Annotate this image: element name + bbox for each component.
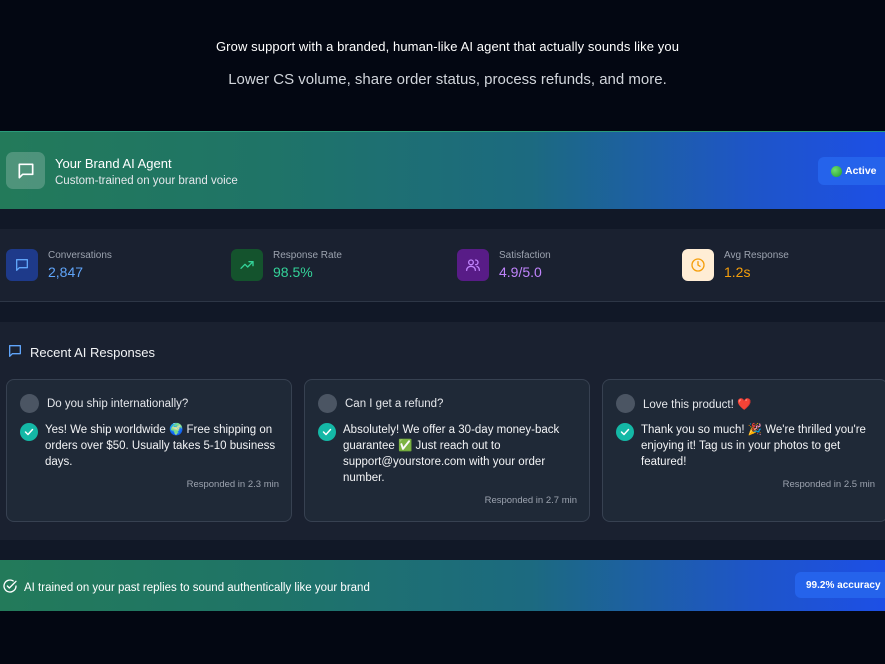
chat-bubble-icon <box>6 152 45 189</box>
agent-banner: Your Brand AI Agent Custom-trained on yo… <box>0 131 885 209</box>
agent-title: Your Brand AI Agent <box>55 156 172 171</box>
stat-value: 4.9/5.0 <box>499 264 542 280</box>
card-question: Can I get a refund? <box>318 394 443 413</box>
stat-label: Response Rate <box>273 250 342 261</box>
footer-banner: AI trained on your past replies to sound… <box>0 560 885 611</box>
stat-value: 2,847 <box>48 264 84 280</box>
footer-message: AI trained on your past replies to sound… <box>2 578 370 597</box>
clock-icon <box>682 249 714 281</box>
response-time: Responded in 2.7 min <box>484 495 577 506</box>
card-question: Do you ship internationally? <box>20 394 188 413</box>
avatar <box>616 394 635 413</box>
card-answer: Yes! We ship worldwide 🌍 Free shipping o… <box>20 422 282 470</box>
avatar <box>20 394 39 413</box>
accuracy-badge: 99.2% accuracy <box>795 572 885 598</box>
check-circle-icon <box>2 578 18 597</box>
chat-bubble-icon <box>7 343 23 362</box>
response-card: Love this product! ❤️ Thank you so much!… <box>602 379 885 522</box>
question-text: Do you ship internationally? <box>47 397 189 410</box>
footer-text: AI trained on your past replies to sound… <box>24 581 370 594</box>
trending-up-icon <box>231 249 263 281</box>
card-answer: Thank you so much! 🎉 We're thrilled you'… <box>616 422 878 470</box>
divider <box>0 209 885 229</box>
section-heading: Recent AI Responses <box>7 343 155 362</box>
divider <box>0 540 885 560</box>
agent-subtitle: Custom-trained on your brand voice <box>55 175 238 187</box>
stat-value: 98.5% <box>273 264 313 280</box>
check-circle-icon <box>318 423 336 441</box>
hero-subheadline: Lower CS volume, share order status, pro… <box>228 71 667 88</box>
card-question: Love this product! ❤️ <box>616 394 751 413</box>
section-heading-label: Recent AI Responses <box>30 345 156 360</box>
stat-label: Conversations <box>48 250 112 261</box>
status-badge: Active <box>818 157 885 185</box>
answer-text: Thank you so much! 🎉 We're thrilled you'… <box>641 424 866 468</box>
response-time: Responded in 2.3 min <box>186 479 279 490</box>
stats-row: Conversations 2,847 Response Rate 98.5% … <box>0 229 885 302</box>
question-text: Can I get a refund? <box>345 397 444 410</box>
status-badge-label: Active <box>845 165 877 177</box>
status-dot-icon <box>831 165 842 177</box>
avatar <box>318 394 337 413</box>
card-answer: Absolutely! We offer a 30-day money-back… <box>318 422 580 486</box>
recent-responses-section: Recent AI Responses Do you ship internat… <box>0 322 885 540</box>
hero-headline: Grow support with a branded, human-like … <box>215 39 680 54</box>
users-icon <box>457 249 489 281</box>
question-text: Love this product! ❤️ <box>643 398 752 411</box>
divider <box>0 302 885 322</box>
answer-text: Absolutely! We offer a 30-day money-back… <box>343 424 560 484</box>
response-card: Do you ship internationally? Yes! We shi… <box>6 379 292 522</box>
stat-label: Avg Response <box>724 250 789 261</box>
check-circle-icon <box>616 423 634 441</box>
answer-text: Yes! We ship worldwide 🌍 Free shipping o… <box>45 424 276 468</box>
check-circle-icon <box>20 423 38 441</box>
chat-bubble-icon <box>6 249 38 281</box>
stat-label: Satisfaction <box>499 250 551 261</box>
response-time: Responded in 2.5 min <box>782 479 875 490</box>
stat-value: 1.2s <box>724 264 751 280</box>
response-card: Can I get a refund? Absolutely! We offer… <box>304 379 590 522</box>
